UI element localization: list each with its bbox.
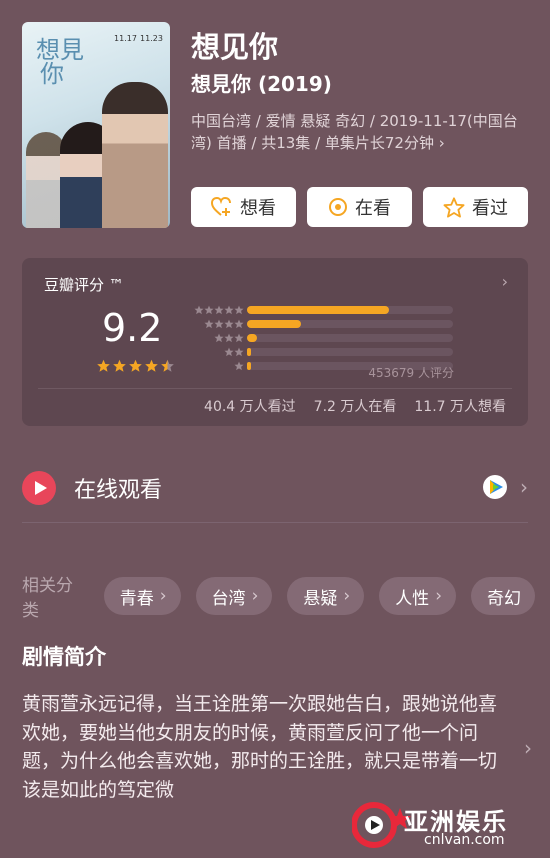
rating-bar-3-star [188, 333, 488, 344]
bar-fill [247, 362, 251, 370]
tag-label: 奇幻 [487, 588, 521, 609]
tag-label: 人性 [395, 588, 430, 609]
watch-platforms: › [482, 474, 528, 500]
play-icon [22, 471, 56, 505]
small-star-icon [224, 333, 234, 343]
bar-fill [247, 306, 389, 314]
tag-qihuan[interactable]: 奇幻 [471, 577, 535, 615]
tencent-video-icon [483, 475, 507, 499]
star-outline-icon [443, 196, 465, 218]
rating-star-icon [113, 359, 126, 372]
watermark-emblem-icon [352, 802, 411, 848]
watching-button[interactable]: 在看 [307, 187, 412, 227]
want-to-watch-label: 想看 [240, 198, 276, 219]
poster-image[interactable]: 想見 你 11.17 11.23 [22, 22, 170, 228]
watched-count: 40.4 万人看过 [204, 399, 296, 415]
douban-rating-card[interactable]: 豆瓣评分 ™ › 9.2 453679 人评分 40.4 万人看过 7.2 万人… [22, 258, 528, 426]
bar-fill [247, 320, 301, 328]
online-watch-row[interactable]: 在线观看 › [22, 466, 528, 510]
tag-renxing[interactable]: 人性 › [379, 577, 456, 615]
rating-star-icon [145, 359, 158, 372]
bar-track [247, 348, 453, 356]
rating-bar-4-star [188, 319, 488, 330]
bar-stars [214, 333, 244, 344]
watermark-domain: cnlvan.com [424, 832, 505, 848]
original-title: 想見你 (2019) [191, 72, 332, 96]
chevron-right-icon: › [501, 272, 508, 291]
movie-meta[interactable]: 中国台湾 / 爱情 悬疑 奇幻 / 2019-11-17(中国台湾) 首播 / … [191, 110, 531, 154]
poster-date-1: 11.17 [114, 34, 137, 43]
bar-stars [234, 361, 244, 372]
small-star-icon [234, 361, 244, 371]
bar-track [247, 306, 453, 314]
eye-circle-icon [329, 198, 347, 216]
small-star-icon [204, 319, 214, 329]
watched-button[interactable]: 看过 [423, 187, 528, 227]
rating-bar-5-star [188, 305, 488, 316]
want-to-watch-button[interactable]: 想看 [191, 187, 296, 227]
small-star-icon [214, 333, 224, 343]
tag-taiwan[interactable]: 台湾 › [195, 577, 273, 615]
synopsis-text[interactable]: 黄雨萱永远记得，当王诠胜第一次跟她告白，跟她说他喜欢她，要她当他女朋友的时候，黄… [22, 690, 502, 804]
bar-fill [247, 348, 251, 356]
related-categories: 相关分类 青春 › 台湾 › 悬疑 › 人性 › 奇幻 [22, 571, 550, 621]
chevron-right-icon: › [520, 475, 528, 499]
rating-star-icon [161, 359, 174, 372]
tag-qingchun[interactable]: 青春 › [103, 577, 181, 615]
watched-label: 看过 [472, 198, 508, 219]
tag-xuanyi[interactable]: 悬疑 › [287, 577, 365, 615]
online-watch-label: 在线观看 [74, 478, 163, 503]
watermark-logo: 亚洲娱乐 cnlvan.com [352, 796, 542, 854]
chevron-right-icon[interactable]: › [524, 736, 532, 760]
small-star-icon [224, 305, 234, 315]
small-star-icon [204, 305, 214, 315]
small-star-icon [214, 319, 224, 329]
chevron-right-icon: › [435, 586, 442, 606]
tag-label: 青春 [119, 588, 154, 609]
heart-plus-icon [211, 197, 231, 216]
small-star-icon [234, 347, 244, 357]
related-categories-label: 相关分类 [22, 576, 73, 621]
rating-star-icon [97, 359, 110, 372]
small-star-icon [224, 319, 234, 329]
bar-stars [194, 305, 244, 316]
bar-stars [224, 347, 244, 358]
rating-stars [96, 358, 176, 377]
audience-stats: 40.4 万人看过 7.2 万人在看 11.7 万人想看 [204, 396, 506, 416]
tag-label: 台湾 [211, 588, 246, 609]
bar-stars [204, 319, 244, 330]
synopsis-title: 剧情简介 [22, 645, 106, 669]
want-count: 11.7 万人想看 [414, 399, 506, 415]
poster-figure-right [102, 82, 168, 228]
small-star-icon [214, 305, 224, 315]
small-star-icon [224, 347, 234, 357]
watching-label: 在看 [355, 198, 391, 219]
rating-score: 9.2 [102, 306, 163, 350]
small-star-icon [234, 319, 244, 329]
bar-fill [247, 334, 257, 342]
rating-header: 豆瓣评分 ™ [44, 276, 124, 294]
poster-title: 想見 你 [36, 36, 84, 88]
chevron-right-icon: › [438, 134, 445, 152]
rating-count: 453679 人评分 [368, 366, 454, 380]
section-divider [22, 522, 528, 523]
rating-star-icon [129, 359, 142, 372]
page-title: 想见你 [191, 30, 279, 64]
tag-label: 悬疑 [303, 588, 338, 609]
movie-meta-text: 中国台湾 / 爱情 悬疑 奇幻 / 2019-11-17(中国台湾) 首播 / … [191, 112, 518, 152]
bar-track [247, 320, 453, 328]
small-star-icon [234, 333, 244, 343]
bar-track [247, 334, 453, 342]
small-star-icon [234, 305, 244, 315]
rating-divider [38, 388, 512, 389]
rating-bar-2-star [188, 347, 488, 358]
chevron-right-icon: › [159, 586, 167, 606]
watching-count: 7.2 万人在看 [313, 399, 397, 415]
chevron-right-icon: › [251, 586, 259, 606]
chevron-right-icon: › [343, 586, 351, 606]
poster-date-2: 11.23 [140, 34, 163, 43]
small-star-icon [194, 305, 204, 315]
